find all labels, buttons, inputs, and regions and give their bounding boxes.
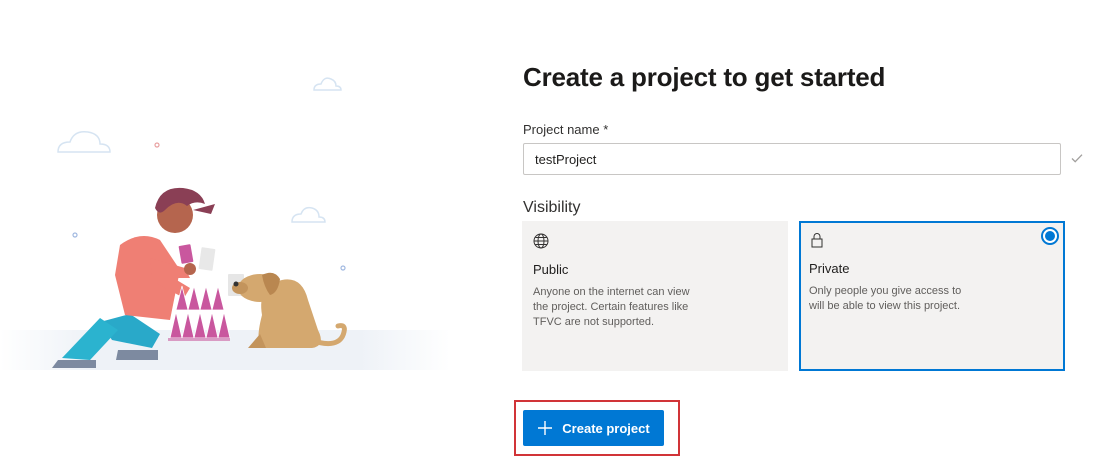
project-name-label: Project name *	[523, 122, 609, 137]
check-icon	[1071, 154, 1083, 163]
lock-icon	[811, 233, 823, 248]
project-name-input[interactable]	[523, 143, 1061, 175]
visibility-option-public[interactable]: Public Anyone on the internet can view t…	[522, 221, 788, 371]
visibility-label: Visibility	[523, 199, 581, 216]
create-project-button[interactable]: Create project	[523, 410, 664, 446]
visibility-option-description: Anyone on the internet can view the proj…	[533, 286, 690, 328]
visibility-option-description: Only people you give access to will be a…	[809, 285, 962, 312]
globe-icon	[533, 233, 549, 249]
dot-decorations	[72, 142, 346, 296]
create-project-label: Create project	[562, 420, 650, 436]
welcome-illustration	[0, 77, 450, 370]
plus-icon	[538, 421, 553, 435]
selected-radio[interactable]	[1041, 227, 1059, 245]
page-title: Create a project to get started	[523, 62, 886, 92]
visibility-option-title: Public	[533, 262, 569, 277]
visibility-option-private[interactable]: Private Only people you give access to w…	[799, 221, 1065, 371]
visibility-option-title: Private	[809, 261, 850, 276]
